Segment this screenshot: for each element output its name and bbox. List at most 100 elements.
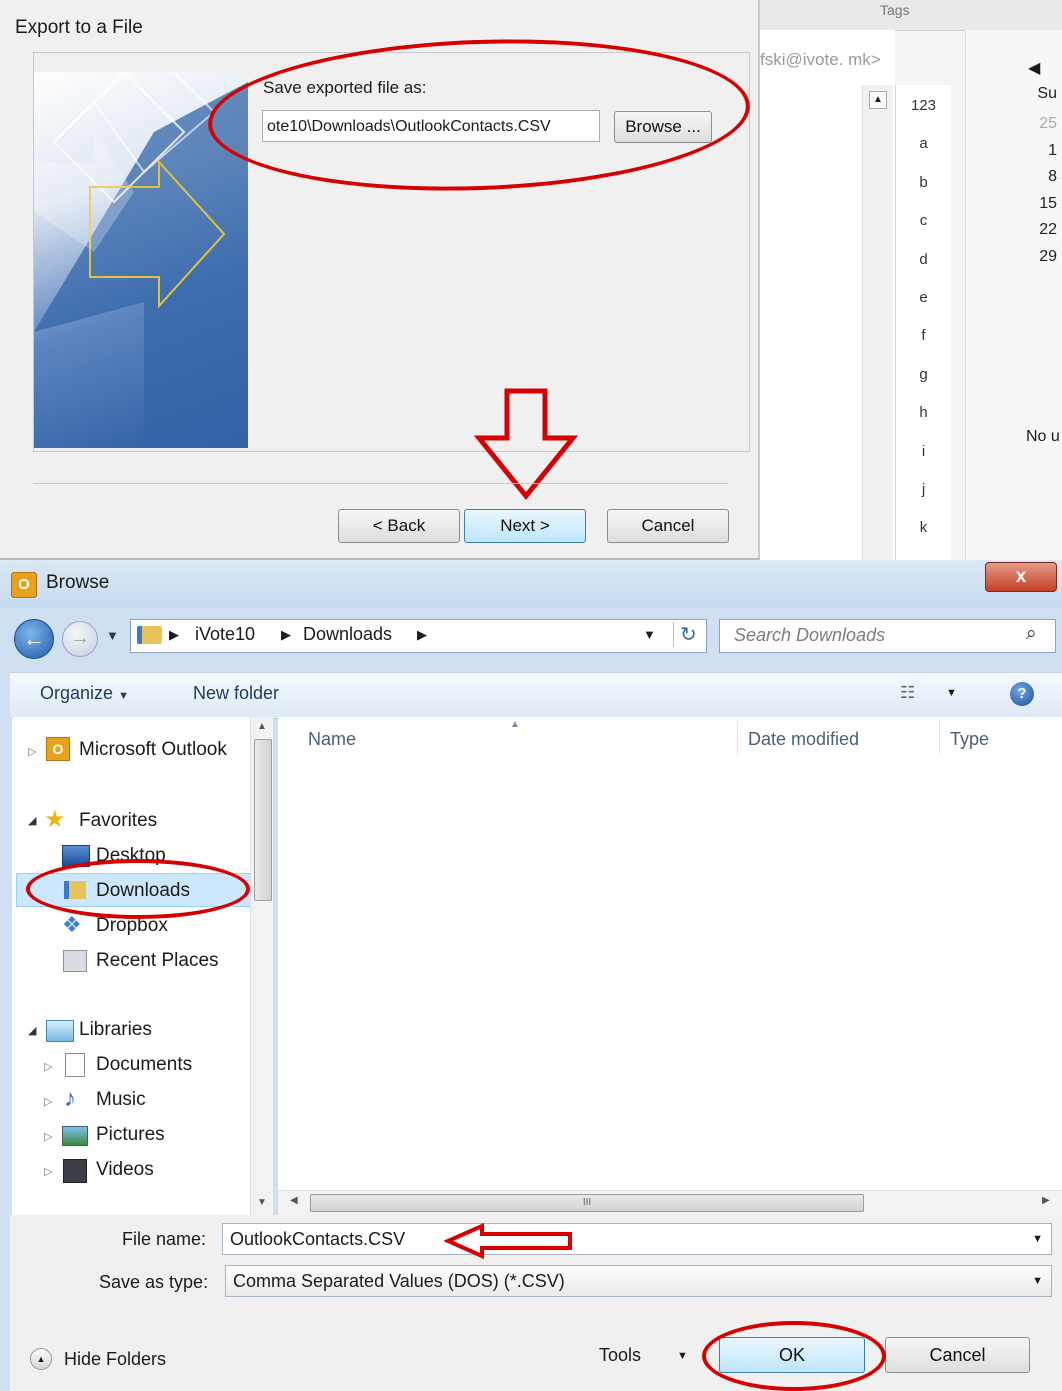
save-as-type-select[interactable]: Comma Separated Values (DOS) (*.CSV) ▼ — [225, 1265, 1052, 1297]
nav-documents[interactable]: Documents — [96, 1054, 192, 1076]
breadcrumb-arrow-icon: ▶ — [281, 627, 291, 642]
refresh-icon[interactable]: ↻ — [673, 622, 697, 647]
close-button[interactable]: x — [985, 562, 1057, 592]
dropbox-icon: ❖ — [62, 912, 82, 937]
alphabet-index-item[interactable]: d — [896, 251, 951, 268]
expand-arrow-icon[interactable]: ▷ — [44, 1060, 52, 1073]
scroll-left-icon[interactable]: ◀ — [290, 1195, 298, 1206]
alphabet-index-item[interactable]: 123 — [896, 97, 951, 114]
calendar-day-header: Su — [1037, 85, 1057, 102]
alphabet-index-item[interactable]: g — [896, 366, 951, 383]
sort-arrow-icon: ▲ — [510, 719, 520, 730]
nav-libraries[interactable]: Libraries — [79, 1019, 152, 1041]
recent-pages-chevron-icon[interactable]: ▼ — [106, 628, 119, 643]
search-field[interactable]: Search Downloads ⌕ — [719, 619, 1056, 653]
tools-dropdown-icon[interactable]: ▼ — [677, 1350, 688, 1362]
view-dropdown-icon[interactable]: ▼ — [946, 687, 957, 699]
outlook-icon: O — [46, 737, 70, 761]
list-scrollbar[interactable]: ▲ — [862, 85, 893, 565]
alphabet-index: 123 a b c d e f g h i j k — [895, 85, 951, 565]
help-icon[interactable]: ? — [1010, 682, 1034, 706]
next-button[interactable]: Next > — [464, 509, 586, 543]
hide-folders-button[interactable]: Hide Folders — [64, 1349, 166, 1370]
column-divider[interactable] — [737, 721, 738, 755]
file-name-dropdown-icon[interactable]: ▼ — [1032, 1224, 1043, 1254]
annotation-left-arrow-icon — [444, 1223, 572, 1259]
tools-button[interactable]: Tools — [599, 1345, 641, 1366]
column-date-modified[interactable]: Date modified — [748, 729, 859, 750]
cancel-button[interactable]: Cancel — [885, 1337, 1030, 1373]
back-button[interactable]: < Back — [338, 509, 460, 543]
alphabet-index-item[interactable]: b — [896, 174, 951, 191]
view-options-icon[interactable]: ☷ — [900, 683, 915, 703]
calendar-prev-icon[interactable]: ◀ — [1028, 58, 1040, 78]
expand-arrow-icon[interactable]: ▷ — [44, 1165, 52, 1178]
alphabet-index-item[interactable]: j — [896, 481, 951, 498]
alphabet-index-item[interactable]: h — [896, 404, 951, 421]
export-separator — [33, 483, 728, 484]
forward-arrow-icon[interactable]: → — [62, 621, 98, 657]
calendar-day[interactable]: 22 — [1039, 221, 1057, 239]
expand-arrow-icon[interactable]: ▷ — [28, 745, 36, 758]
background-header: Tags — [760, 0, 1062, 31]
horizontal-scrollbar[interactable]: ◀ III ▶ — [278, 1190, 1062, 1215]
nav-pictures[interactable]: Pictures — [96, 1124, 165, 1146]
email-hint: fski@ivote. mk> — [760, 50, 881, 69]
save-as-type-label: Save as type: — [99, 1272, 209, 1292]
organize-button[interactable]: Organize ▼ — [40, 683, 129, 704]
dialog-footer: File name: OutlookContacts.CSV ▼ Save as… — [10, 1215, 1062, 1391]
scroll-right-icon[interactable]: ▶ — [1042, 1195, 1050, 1206]
calendar-day[interactable]: 8 — [1048, 168, 1057, 186]
nav-recent-places[interactable]: Recent Places — [96, 950, 219, 972]
hide-folders-chevron-icon[interactable]: ▲ — [30, 1348, 52, 1370]
nav-music[interactable]: Music — [96, 1089, 146, 1111]
browse-dialog: O Browse x ← → ▼ ▶ iVote10 ▶ Downloads ▶… — [0, 560, 1062, 1391]
nav-scrollbar[interactable]: ▲ ▼ — [250, 717, 273, 1215]
file-name-field[interactable]: OutlookContacts.CSV ▼ — [222, 1223, 1052, 1255]
navigation-pane: ▷ O Microsoft Outlook ◢ ★ Favorites Desk… — [12, 717, 273, 1215]
alphabet-index-item[interactable]: a — [896, 135, 951, 152]
horizontal-scroll-thumb[interactable]: III — [310, 1194, 864, 1212]
calendar-pane: ◀ Su 25 1 8 15 22 29 No u — [965, 30, 1062, 575]
column-divider[interactable] — [939, 721, 940, 755]
expand-arrow-icon[interactable]: ▷ — [44, 1130, 52, 1143]
calendar-day[interactable]: 15 — [1039, 195, 1057, 213]
scroll-down-icon[interactable]: ▼ — [257, 1197, 267, 1208]
close-icon: x — [1015, 566, 1027, 587]
alphabet-index-item[interactable]: k — [896, 519, 951, 536]
nav-favorites[interactable]: Favorites — [79, 810, 157, 832]
breadcrumb-arrow-icon: ▶ — [169, 627, 179, 642]
calendar-note: No u — [1026, 428, 1060, 445]
new-folder-button[interactable]: New folder — [193, 683, 279, 704]
alphabet-index-item[interactable]: e — [896, 289, 951, 306]
breadcrumb-ivote10[interactable]: iVote10 — [195, 624, 255, 645]
address-bar[interactable]: ▶ iVote10 ▶ Downloads ▶ ▼ ↻ — [130, 619, 707, 653]
calendar-day[interactable]: 25 — [1039, 115, 1057, 133]
alphabet-index-item[interactable]: f — [896, 327, 951, 344]
scroll-up-icon[interactable]: ▲ — [257, 721, 267, 732]
organize-label: Organize — [40, 683, 114, 703]
alphabet-index-item[interactable]: i — [896, 443, 951, 460]
collapse-arrow-icon[interactable]: ◢ — [28, 814, 36, 827]
column-name[interactable]: Name — [308, 729, 356, 750]
calendar-day[interactable]: 1 — [1048, 142, 1057, 160]
videos-icon — [63, 1159, 87, 1183]
save-type-dropdown-icon[interactable]: ▼ — [1032, 1266, 1043, 1296]
collapse-arrow-icon[interactable]: ◢ — [28, 1024, 36, 1037]
address-dropdown-icon[interactable]: ▼ — [643, 627, 656, 642]
scroll-up-arrow-icon[interactable]: ▲ — [869, 91, 887, 109]
nav-scroll-thumb[interactable] — [254, 739, 272, 901]
nav-videos[interactable]: Videos — [96, 1159, 154, 1181]
documents-icon — [65, 1053, 85, 1077]
back-arrow-icon[interactable]: ← — [14, 619, 54, 659]
expand-arrow-icon[interactable]: ▷ — [44, 1095, 52, 1108]
calendar-day[interactable]: 29 — [1039, 248, 1057, 266]
column-type[interactable]: Type — [950, 729, 989, 750]
recent-places-icon — [63, 950, 87, 972]
nav-microsoft-outlook[interactable]: Microsoft Outlook — [79, 739, 227, 761]
breadcrumb-downloads[interactable]: Downloads — [303, 624, 392, 645]
search-icon[interactable]: ⌕ — [1026, 623, 1037, 645]
export-cancel-button[interactable]: Cancel — [607, 509, 729, 543]
alphabet-index-item[interactable]: c — [896, 212, 951, 229]
command-toolbar: Organize ▼ New folder ☷ ▼ ? — [10, 672, 1062, 719]
